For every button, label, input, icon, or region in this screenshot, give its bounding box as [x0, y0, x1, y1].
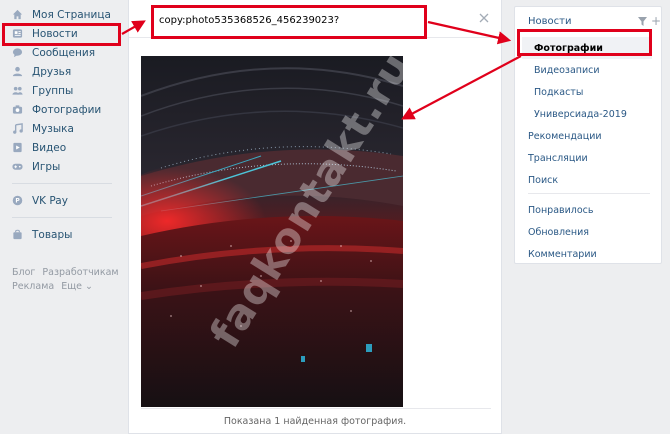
video-icon: [12, 142, 23, 153]
nav-divider: [12, 183, 112, 184]
nav-item-vk-pay[interactable]: P VK Pay: [0, 191, 120, 210]
menu-item-liked[interactable]: Понравилось: [528, 205, 594, 216]
menu-item-comments[interactable]: Комментарии: [528, 249, 597, 260]
nav-label: Друзья: [32, 65, 72, 78]
menu-item-podcasts[interactable]: Подкасты: [534, 87, 583, 98]
footer-link-blog[interactable]: Блог: [12, 267, 35, 278]
footer-link-ads[interactable]: Реклама: [12, 281, 54, 292]
nav-item-video[interactable]: Видео: [0, 138, 120, 157]
groups-icon: [12, 85, 23, 96]
menu-item-universiade[interactable]: Универсиада-2019: [534, 109, 627, 120]
bag-icon: [12, 229, 23, 240]
nav-label: Моя Страница: [32, 8, 111, 21]
nav-label: Игры: [32, 160, 61, 173]
nav-item-groups[interactable]: Группы: [0, 81, 120, 100]
menu-item-videos[interactable]: Видеозаписи: [534, 65, 600, 76]
footer-link-developers[interactable]: Разработчикам: [42, 267, 118, 278]
result-divider: [141, 408, 491, 409]
annotation-box-photos: [517, 29, 652, 56]
menu-divider: [528, 193, 650, 194]
friends-icon: [12, 66, 23, 77]
menu-header-news[interactable]: Новости: [528, 16, 571, 27]
music-icon: [12, 123, 23, 134]
nav-item-goods[interactable]: Товары: [0, 225, 120, 244]
menu-item-search[interactable]: Поиск: [528, 175, 558, 186]
nav-divider: [12, 217, 112, 218]
nav-label: Товары: [32, 228, 73, 241]
annotation-box-news: [2, 23, 121, 46]
menu-item-updates[interactable]: Обновления: [528, 227, 589, 238]
nav-item-photos[interactable]: Фотографии: [0, 100, 120, 119]
menu-item-recommendations[interactable]: Рекомендации: [528, 131, 602, 142]
nav-label: VK Pay: [32, 194, 68, 207]
messages-icon: [12, 47, 23, 58]
nav-label: Группы: [32, 84, 74, 97]
filter-icon[interactable]: [638, 17, 647, 26]
nav-item-friends[interactable]: Друзья: [0, 62, 120, 81]
nav-item-music[interactable]: Музыка: [0, 119, 120, 138]
home-icon: [12, 9, 23, 20]
footer-link-more[interactable]: Еще ⌄: [61, 281, 93, 292]
plus-icon[interactable]: +: [651, 15, 661, 27]
nav-item-my-page[interactable]: Моя Страница: [0, 5, 120, 24]
nav-label: Фотографии: [32, 103, 102, 116]
nav-label: Сообщения: [32, 46, 96, 59]
nav-label: Видео: [32, 141, 67, 154]
menu-item-broadcasts[interactable]: Трансляции: [528, 153, 588, 164]
results-count: Показана 1 найденная фотография.: [223, 416, 407, 427]
footer-links: Блог Разработчикам Реклама Еще ⌄: [12, 266, 122, 294]
camera-icon: [12, 104, 23, 115]
gamepad-icon: [12, 161, 23, 172]
vkpay-icon: P: [12, 195, 23, 206]
nav-label: Музыка: [32, 122, 74, 135]
close-icon[interactable]: [479, 13, 489, 23]
svg-text:P: P: [15, 198, 20, 205]
nav-item-games[interactable]: Игры: [0, 157, 120, 176]
annotation-box-search: [151, 5, 427, 39]
